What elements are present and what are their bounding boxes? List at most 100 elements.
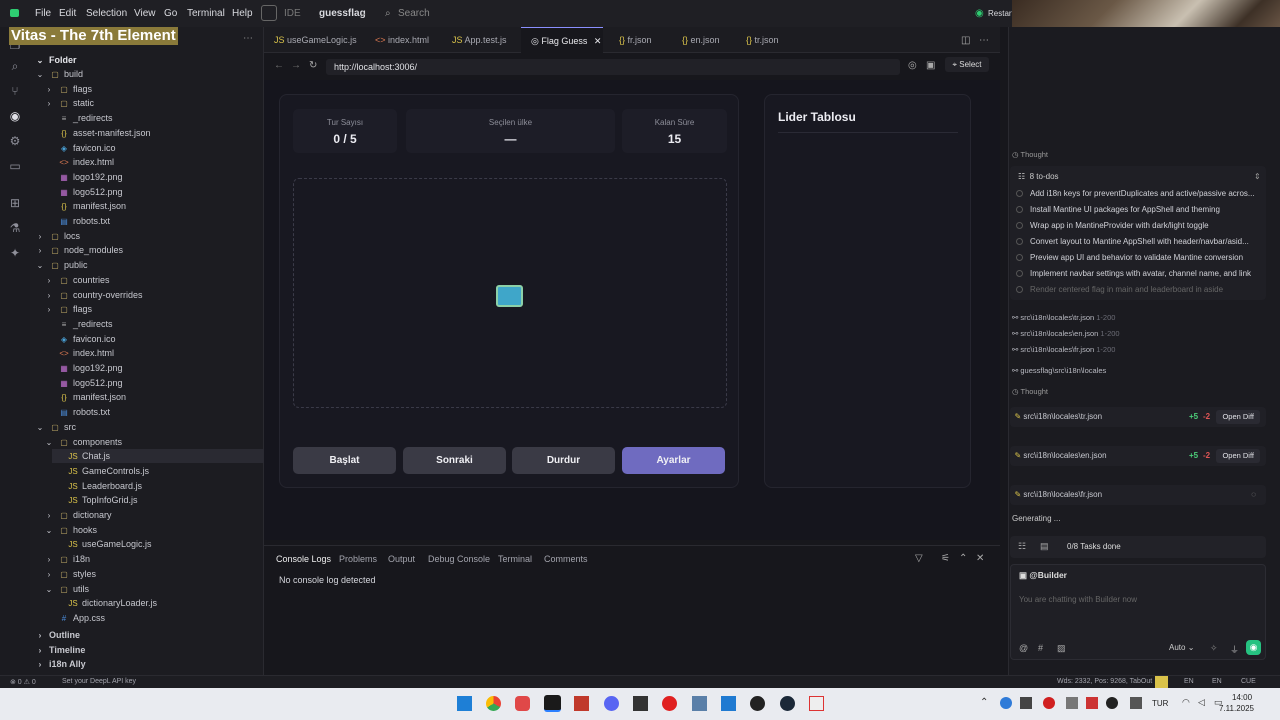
file-item[interactable]: ◈ favicon.ico bbox=[43, 332, 116, 346]
chevron-up-icon[interactable]: ⌃ bbox=[980, 697, 988, 708]
tray-icon-6[interactable] bbox=[1106, 697, 1118, 709]
filezilla-icon[interactable] bbox=[574, 696, 589, 711]
language-1[interactable]: EN bbox=[1184, 678, 1194, 685]
microphone-icon[interactable]: ⏚ bbox=[1230, 643, 1239, 656]
chevron-down-icon[interactable]: ⌄ bbox=[359, 8, 367, 19]
chrome-icon[interactable] bbox=[486, 696, 501, 711]
explorer-icon[interactable] bbox=[692, 696, 707, 711]
tab-index-html[interactable]: <> index.html bbox=[365, 27, 441, 53]
todos-header[interactable]: ☷ 8 to-dos bbox=[1018, 172, 1059, 181]
app-icon[interactable] bbox=[633, 696, 648, 711]
back-icon[interactable]: ← bbox=[274, 60, 284, 71]
youtube-icon[interactable] bbox=[662, 696, 677, 711]
discord-icon[interactable] bbox=[604, 696, 619, 711]
file-item[interactable]: <> index.html bbox=[43, 346, 114, 360]
stop-button[interactable]: Durdur bbox=[512, 447, 615, 474]
mention-icon[interactable]: @ bbox=[1019, 643, 1028, 653]
tab-tr-json[interactable]: {} tr.json bbox=[736, 27, 796, 53]
folder-item[interactable]: › ▢ flags bbox=[43, 302, 92, 316]
open-diff-button[interactable]: Open Diff bbox=[1216, 410, 1260, 424]
tab-app-test[interactable]: JS App.test.js bbox=[442, 27, 520, 53]
wifi-icon[interactable]: ◠ bbox=[1182, 697, 1190, 708]
todo-item[interactable]: Install Mantine UI packages for AppShell… bbox=[1016, 205, 1220, 214]
file-item[interactable]: ≡ _redirects bbox=[43, 111, 113, 125]
send-button[interactable]: ◉ bbox=[1246, 640, 1261, 655]
folder-item[interactable]: › ▢ node_modules bbox=[34, 243, 123, 257]
todo-item[interactable]: Convert layout to Mantine AppShell with … bbox=[1016, 237, 1249, 246]
maximize-icon[interactable]: ⌃ bbox=[959, 553, 967, 564]
settings-button[interactable]: Ayarlar bbox=[622, 447, 725, 474]
split-editor-icon[interactable]: ◫ bbox=[961, 35, 970, 46]
tab-usegamelogic[interactable]: JS useGameLogic.js bbox=[264, 27, 360, 53]
tab-fr-json[interactable]: {} fr.json bbox=[609, 27, 665, 53]
file-item[interactable]: ≡ _redirects bbox=[43, 317, 113, 331]
file-item[interactable]: ▦ logo192.png bbox=[43, 361, 122, 375]
image-icon[interactable]: ▨ bbox=[1057, 643, 1066, 654]
folder-item[interactable]: ⌄ ▢ build bbox=[34, 67, 83, 81]
todo-item[interactable]: Add i18n keys for preventDuplicates and … bbox=[1016, 189, 1255, 198]
outlook-icon[interactable] bbox=[721, 696, 736, 711]
todo-item[interactable]: Implement navbar settings with avatar, c… bbox=[1016, 269, 1251, 278]
file-item[interactable]: JS GameControls.js bbox=[52, 464, 149, 478]
tab-problems[interactable]: Problems bbox=[339, 554, 377, 564]
file-item[interactable]: ◈ favicon.ico bbox=[43, 141, 116, 155]
restart-icon[interactable]: ◉ bbox=[975, 8, 984, 19]
start-menu-icon[interactable] bbox=[457, 696, 472, 711]
menu-go[interactable]: Go bbox=[164, 8, 177, 19]
app-icon-2[interactable] bbox=[809, 696, 824, 711]
clock-time[interactable]: 14:00 bbox=[1232, 693, 1252, 702]
steam-icon[interactable] bbox=[780, 696, 795, 711]
tray-icon-1[interactable] bbox=[1000, 697, 1012, 709]
context-file[interactable]: ⚯ guessflag\src\i18n\locales bbox=[1012, 366, 1106, 375]
todo-item[interactable]: Preview app UI and behavior to validate … bbox=[1016, 253, 1243, 262]
file-item[interactable]: ▦ logo512.png bbox=[43, 376, 122, 390]
sparkle-icon[interactable]: ✧ bbox=[1210, 643, 1218, 654]
tab-en-json[interactable]: {} en.json bbox=[672, 27, 732, 53]
folder-item[interactable]: › ▢ static bbox=[43, 96, 94, 110]
more-actions-icon[interactable]: ⋯ bbox=[243, 33, 253, 44]
ide-taskbar-icon[interactable] bbox=[544, 695, 561, 712]
tab-console-logs[interactable]: Console Logs bbox=[276, 554, 331, 564]
highlight-icon[interactable] bbox=[1155, 676, 1168, 688]
open-diff-button[interactable]: Open Diff bbox=[1216, 449, 1260, 463]
restart-button[interactable]: Restart bbox=[988, 9, 1014, 18]
tab-output[interactable]: Output bbox=[388, 554, 415, 564]
tray-icon-4[interactable] bbox=[1066, 697, 1078, 709]
folder-item[interactable]: ⌄ ▢ public bbox=[34, 258, 88, 272]
chat-input[interactable]: You are chatting with Builder now bbox=[1019, 595, 1259, 604]
file-item[interactable]: {} asset-manifest.json bbox=[43, 126, 150, 140]
mode-selector[interactable]: Auto ⌄ bbox=[1169, 643, 1194, 652]
folder-header[interactable]: ⌄ Folder bbox=[34, 53, 77, 67]
tasks-progress[interactable]: 0/8 Tasks done bbox=[1067, 542, 1121, 551]
file-item[interactable]: JS TopInfoGrid.js bbox=[52, 493, 137, 507]
folder-item[interactable]: › ▢ locs bbox=[34, 229, 80, 243]
more-actions-icon[interactable]: ⋯ bbox=[979, 35, 989, 46]
folder-item[interactable]: ⌄ ▢ components bbox=[43, 435, 122, 449]
testing-icon[interactable]: ⚗ bbox=[7, 220, 23, 236]
changed-file-card[interactable]: ✎ src\i18n\locales\tr.json +5 -2 Open Diff bbox=[1010, 407, 1266, 427]
language-2[interactable]: EN bbox=[1212, 678, 1222, 685]
file-item[interactable]: JS Chat.js bbox=[52, 449, 264, 464]
folder-item[interactable]: › ▢ styles bbox=[43, 567, 96, 581]
close-icon[interactable]: ✕ bbox=[976, 553, 984, 564]
folder-item[interactable]: › ▢ countries bbox=[43, 273, 110, 287]
problems-count[interactable]: ⊗ 0 ⚠ 0 bbox=[10, 678, 36, 686]
menu-view[interactable]: View bbox=[134, 8, 156, 19]
collapse-icon[interactable]: ⇕ bbox=[1254, 172, 1261, 181]
changed-file-card[interactable]: ✎ src\i18n\locales\en.json +5 -2 Open Diff bbox=[1010, 446, 1266, 466]
tab-flag-guess[interactable]: ◎ Flag Guess ✕ bbox=[521, 27, 603, 53]
forward-icon[interactable]: → bbox=[291, 60, 301, 71]
clock-date[interactable]: 7.11.2025 bbox=[1219, 704, 1254, 713]
folder-item[interactable]: ⌄ ▢ src bbox=[34, 420, 76, 434]
outline-section[interactable]: › Outline bbox=[34, 628, 80, 642]
ai-sparkle-icon[interactable]: ✦ bbox=[7, 245, 23, 261]
tray-icon-7[interactable] bbox=[1130, 697, 1142, 709]
folder-item[interactable]: ⌄ ▢ utils bbox=[43, 582, 89, 596]
reload-icon[interactable]: ↻ bbox=[309, 60, 317, 71]
search-icon[interactable]: ⌕ bbox=[385, 8, 391, 19]
file-item[interactable]: ▦ logo192.png bbox=[43, 170, 122, 184]
tray-icon-5[interactable] bbox=[1086, 697, 1098, 709]
folder-item[interactable]: › ▢ flags bbox=[43, 82, 92, 96]
cue-status[interactable]: CUE bbox=[1241, 678, 1256, 685]
file-item[interactable]: {} manifest.json bbox=[43, 199, 126, 213]
